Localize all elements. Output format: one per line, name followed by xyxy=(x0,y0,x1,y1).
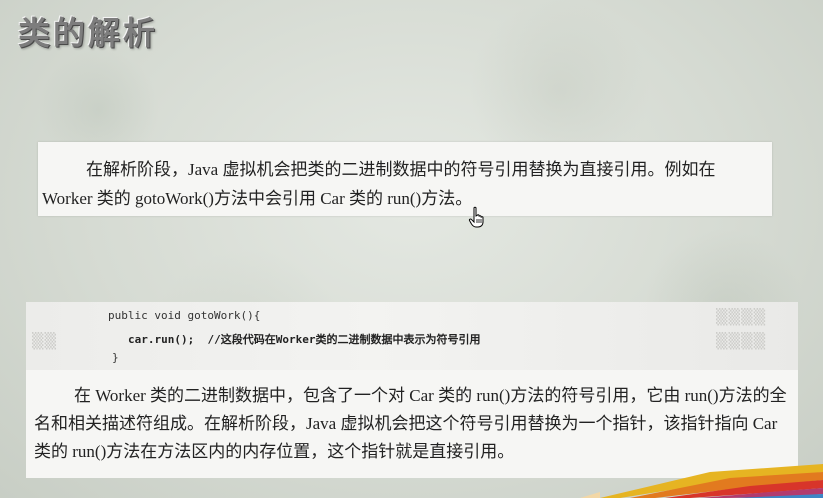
explanation-box-bottom: ▒▒▒▒ ▒▒▒▒ ▒▒ public void gotoWork(){ car… xyxy=(26,302,798,478)
slide-title: 类的解析 xyxy=(18,14,159,52)
bleed-through-text: ▒▒ xyxy=(32,332,58,350)
explanation-paragraph-bottom: 在 Worker 类的二进制数据中，包含了一个对 Car 类的 run()方法的… xyxy=(34,386,787,461)
code-statement: car.run(); xyxy=(128,333,195,346)
code-snippet: ▒▒▒▒ ▒▒▒▒ ▒▒ public void gotoWork(){ car… xyxy=(26,302,798,370)
explanation-paragraph-top: 在解析阶段，Java 虚拟机会把类的二进制数据中的符号引用替换为直接引用。例如在… xyxy=(42,160,716,208)
explanation-box-top: 在解析阶段，Java 虚拟机会把类的二进制数据中的符号引用替换为直接引用。例如在… xyxy=(38,142,772,216)
code-line-3: } xyxy=(112,351,119,364)
colored-pencils-decoration xyxy=(580,464,823,498)
bleed-through-text: ▒▒▒▒ xyxy=(716,308,767,326)
bleed-through-text: ▒▒▒▒ xyxy=(716,332,767,350)
code-comment: //这段代码在Worker类的二进制数据中表示为符号引用 xyxy=(207,333,481,346)
code-line-1: public void gotoWork(){ xyxy=(108,309,261,322)
hand-pointer-icon xyxy=(468,206,484,228)
code-line-2: car.run(); //这段代码在Worker类的二进制数据中表示为符号引用 xyxy=(128,331,480,347)
